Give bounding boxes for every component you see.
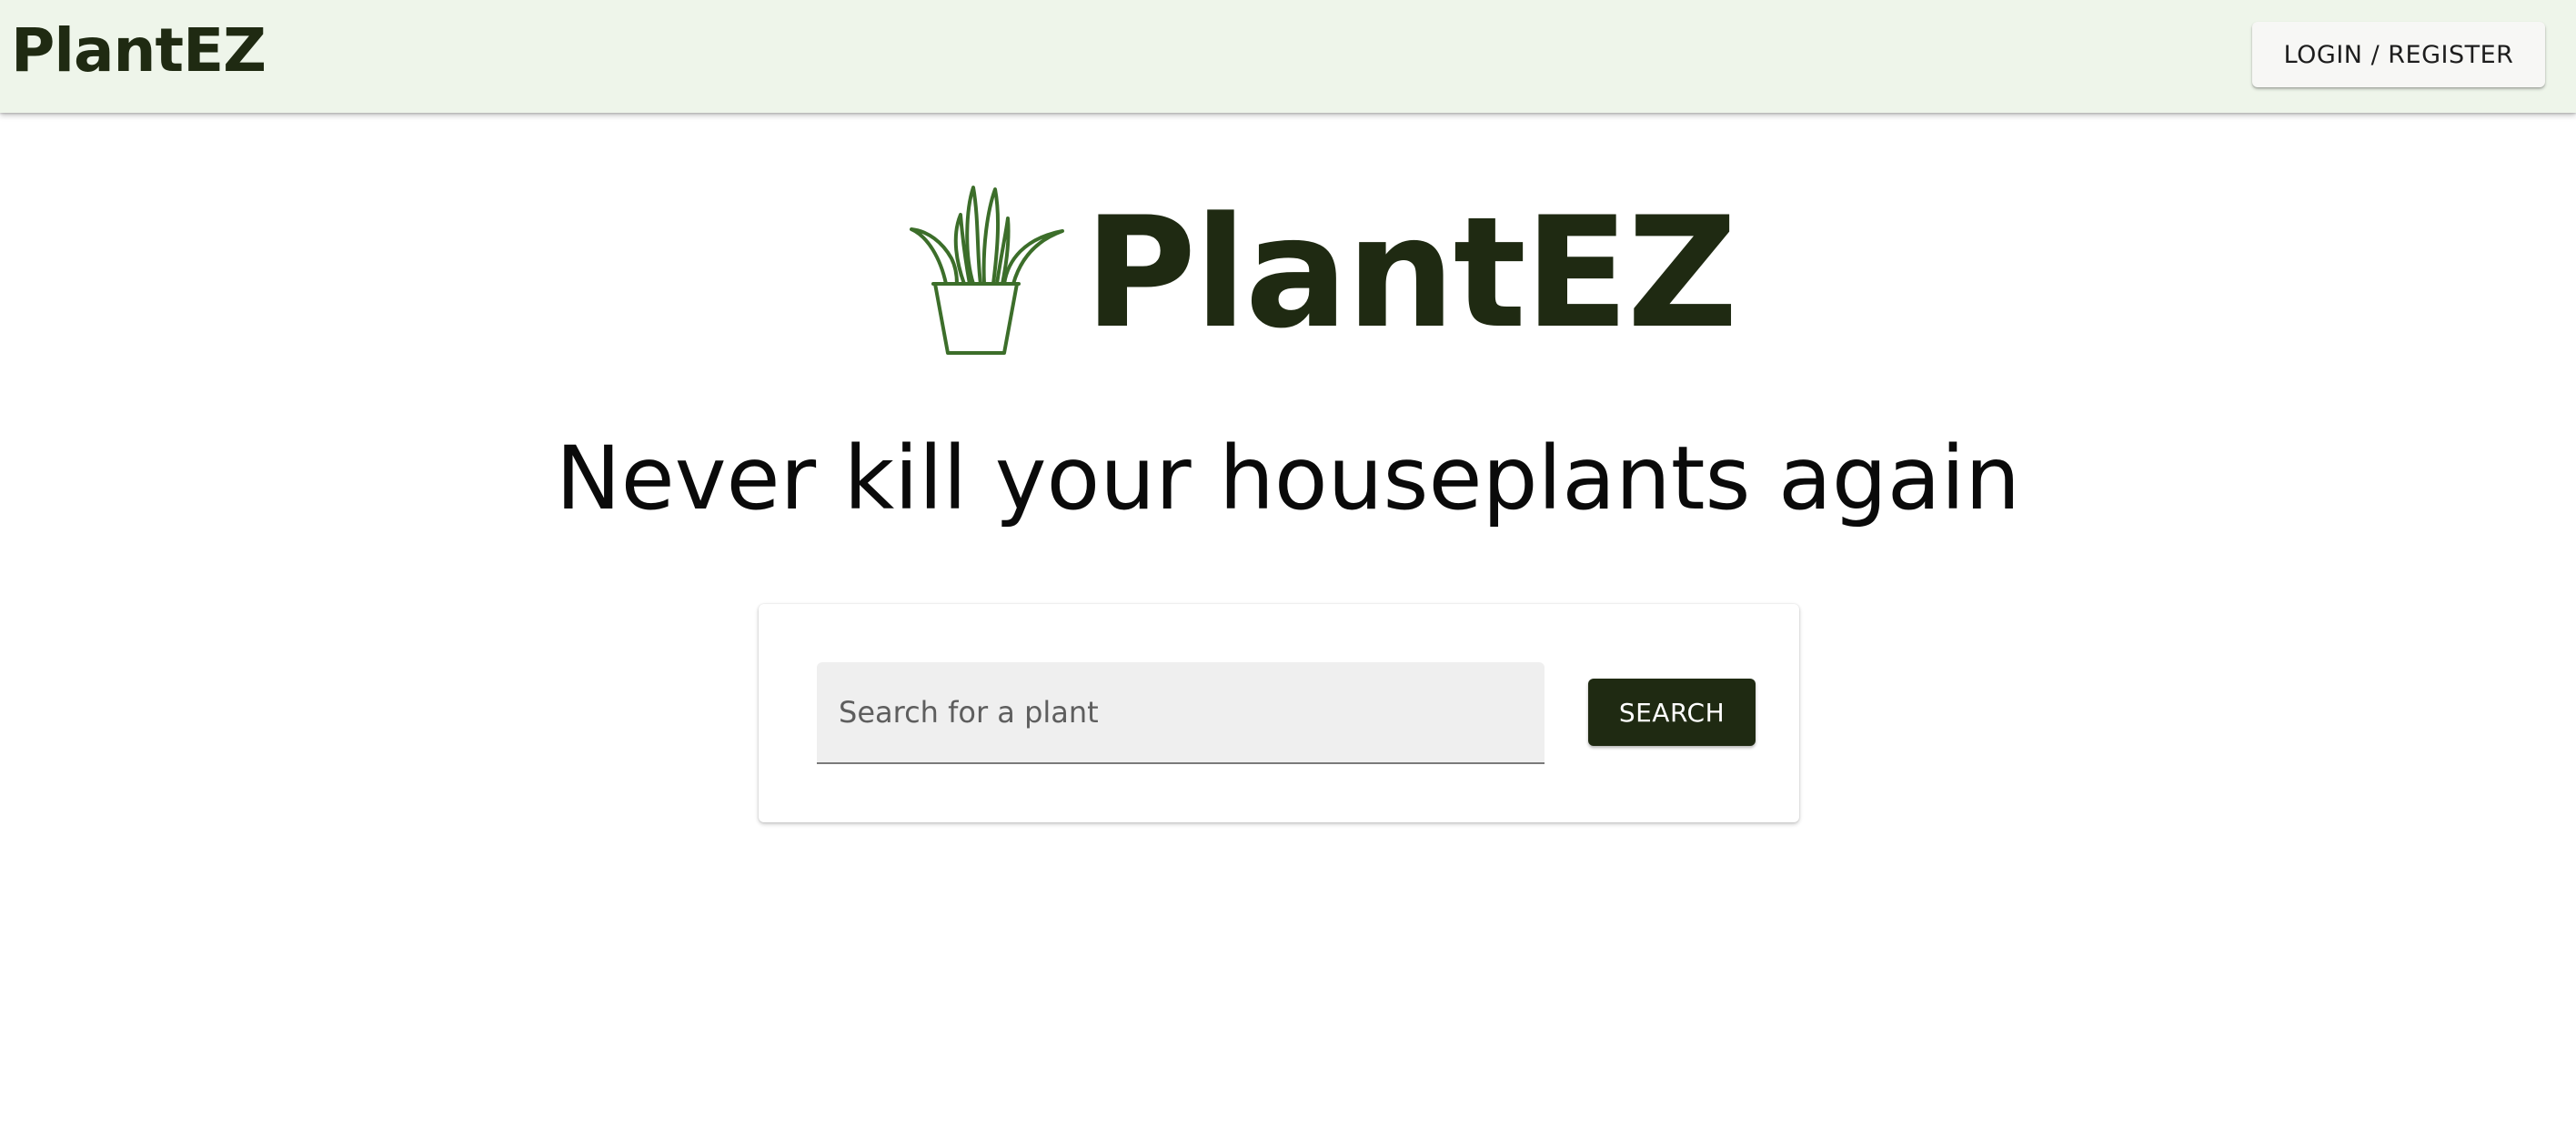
tagline: Never kill your houseplants again <box>555 428 2021 529</box>
top-app-bar: PlantEZ LOGIN / REGISTER <box>0 0 2576 113</box>
search-card: SEARCH <box>759 604 1799 822</box>
search-button[interactable]: SEARCH <box>1588 679 1756 746</box>
hero-title: PlantEZ <box>1084 184 1738 362</box>
potted-plant-icon <box>910 186 1064 355</box>
login-register-button[interactable]: LOGIN / REGISTER <box>2252 22 2545 87</box>
search-field[interactable] <box>817 662 1545 764</box>
header-brand-logo[interactable]: PlantEZ <box>11 15 267 87</box>
hero-logo: PlantEZ <box>910 182 1738 364</box>
search-input[interactable] <box>817 662 1545 762</box>
